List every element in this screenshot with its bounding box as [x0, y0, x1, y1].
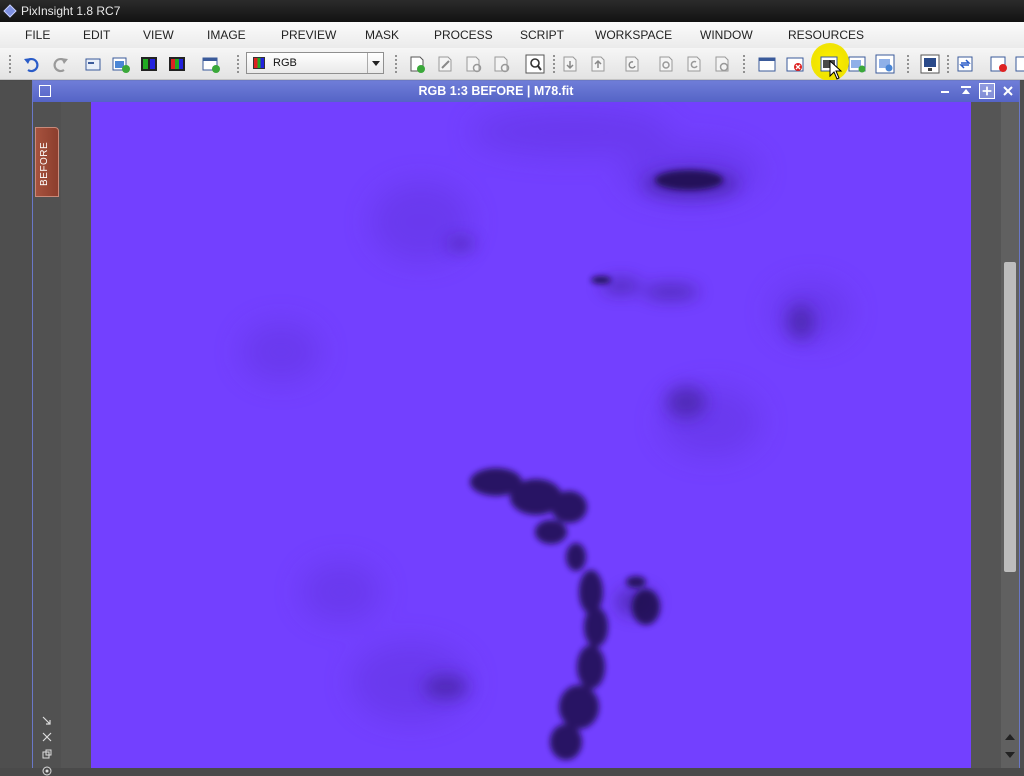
toolbar-grip[interactable]	[742, 54, 746, 74]
close-all-windows-icon[interactable]	[785, 54, 805, 74]
minimize-icon[interactable]	[937, 83, 953, 99]
menu-file[interactable]: FILE	[25, 28, 50, 42]
toolbar-grip[interactable]	[946, 54, 950, 74]
zoom-to-fit-icon[interactable]	[42, 732, 52, 742]
right-margin	[971, 102, 1001, 768]
reset-preview-icon[interactable]	[622, 54, 642, 74]
new-image-icon[interactable]	[111, 54, 131, 74]
toolbar-grip[interactable]	[8, 54, 12, 74]
window-tile-icon[interactable]	[875, 54, 895, 74]
workspace-overflow-icon[interactable]	[1014, 54, 1024, 74]
undo-icon[interactable]	[22, 54, 42, 74]
shade-icon[interactable]	[958, 83, 974, 99]
menu-resources[interactable]: RESOURCES	[788, 28, 864, 42]
monitor-icon[interactable]	[920, 54, 940, 74]
scroll-up-icon[interactable]	[1005, 734, 1015, 740]
toolbar-grip[interactable]	[906, 54, 910, 74]
image-window[interactable]: RGB 1:3 BEFORE | M78.fit BEFORE	[32, 80, 1020, 776]
menu-script[interactable]: SCRIPT	[520, 28, 564, 42]
vertical-scrollbar[interactable]	[1001, 102, 1019, 768]
rgb-swatch-icon	[253, 57, 265, 69]
menu-bar: FILE EDIT VIEW IMAGE PREVIEW MASK PROCES…	[0, 22, 1024, 48]
toolbar-grip[interactable]	[236, 54, 240, 74]
pixinsight-logo-icon	[3, 4, 17, 18]
view-selector-value: RGB	[273, 57, 297, 69]
preview-options-icon[interactable]	[656, 54, 676, 74]
store-icon[interactable]	[560, 54, 580, 74]
chevron-down-icon[interactable]	[367, 53, 383, 73]
menu-edit[interactable]: EDIT	[83, 28, 110, 42]
menu-window[interactable]: WINDOW	[700, 28, 753, 42]
close-workspace-icon[interactable]	[989, 54, 1009, 74]
image-window-title-bar[interactable]: RGB 1:3 BEFORE | M78.fit	[33, 81, 1019, 102]
close-icon[interactable]	[1000, 83, 1016, 99]
image-viewport[interactable]	[91, 102, 971, 768]
close-preview-icon[interactable]	[712, 54, 732, 74]
scroll-down-icon[interactable]	[1005, 752, 1015, 758]
view-identifier-label: BEFORE	[39, 141, 50, 186]
fit-view-icon[interactable]	[42, 716, 52, 726]
mouse-pointer-icon	[829, 60, 843, 80]
maximize-icon[interactable]	[979, 83, 995, 99]
view-identifier-tab[interactable]: BEFORE	[35, 127, 59, 197]
identifier-icon[interactable]	[83, 54, 103, 74]
window-stack-icon[interactable]	[847, 54, 867, 74]
image-window-title: RGB 1:3 BEFORE | M78.fit	[418, 84, 574, 98]
clone-preview-icon[interactable]	[463, 54, 483, 74]
main-toolbar	[0, 48, 1024, 80]
menu-image[interactable]: IMAGE	[207, 28, 246, 42]
shrink-view-icon[interactable]	[42, 749, 52, 759]
toolbar-grip[interactable]	[552, 54, 556, 74]
menu-mask[interactable]: MASK	[365, 28, 399, 42]
view-selector-dropdown[interactable]: RGB	[246, 52, 384, 74]
new-window-icon[interactable]	[201, 54, 221, 74]
zoom-preview-icon[interactable]	[525, 54, 545, 74]
menu-workspace[interactable]: WORKSPACE	[595, 28, 672, 42]
edit-preview-icon[interactable]	[435, 54, 455, 74]
new-preview-icon[interactable]	[407, 54, 427, 74]
nebula-image	[91, 102, 971, 768]
view-side-strip: BEFORE	[33, 102, 61, 776]
restore-icon[interactable]	[588, 54, 608, 74]
menu-preview[interactable]: PREVIEW	[281, 28, 336, 42]
window-icon[interactable]	[757, 54, 777, 74]
scrollbar-thumb[interactable]	[1004, 262, 1016, 572]
app-title: PixInsight 1.8 RC7	[21, 4, 121, 18]
menu-view[interactable]: VIEW	[143, 28, 174, 42]
app-title-bar: PixInsight 1.8 RC7	[0, 0, 1024, 22]
refresh-preview-icon[interactable]	[684, 54, 704, 74]
duplicate-image-icon[interactable]	[139, 54, 159, 74]
extract-channels-icon[interactable]	[167, 54, 187, 74]
redo-icon[interactable]	[50, 54, 70, 74]
left-margin	[61, 102, 91, 768]
toolbar-grip[interactable]	[394, 54, 398, 74]
menu-process[interactable]: PROCESS	[434, 28, 493, 42]
delete-preview-icon[interactable]	[491, 54, 511, 74]
switch-workspace-icon[interactable]	[955, 54, 975, 74]
